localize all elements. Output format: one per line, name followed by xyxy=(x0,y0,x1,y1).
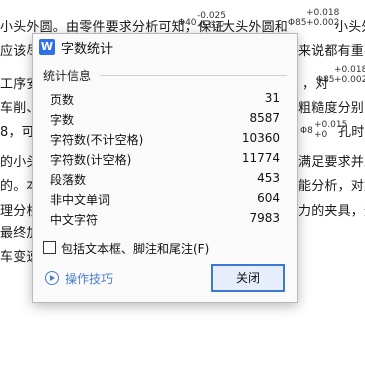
formula-phi85-a-lower: +0.002 xyxy=(306,18,340,28)
stat-label: 字数 xyxy=(50,113,75,127)
stat-label: 页数 xyxy=(50,93,75,107)
formula-hole-upper: +0.015 xyxy=(314,120,348,130)
formula-hole-lower: +0 xyxy=(314,130,328,140)
stat-label: 字符数(计空格) xyxy=(50,153,132,167)
formula-phi85-b: Φ85 xyxy=(316,75,335,85)
wps-writer-icon: W xyxy=(39,39,55,55)
doc-fragment-7: 满足要求并且 xyxy=(298,155,365,170)
close-button[interactable]: 关闭 xyxy=(211,264,285,292)
formula-phi8: Φ8 xyxy=(300,126,313,136)
stat-row-non-chinese-words: 非中文单词 604 xyxy=(50,189,280,209)
formula-phi85-b-upper: +0.018 xyxy=(334,65,365,75)
formula-phi40-upper: -0.025 xyxy=(197,11,227,21)
stat-value: 10360 xyxy=(241,131,280,145)
stat-value: 8587 xyxy=(249,111,280,125)
stat-value: 453 xyxy=(257,171,280,185)
stats-group-label: 统计信息 xyxy=(43,69,92,83)
stats-list: 页数 31 字数 8587 字符数(不计空格) 10360 字符数(计空格) 1… xyxy=(50,89,280,229)
group-divider xyxy=(100,75,287,76)
stat-label: 中文字符 xyxy=(50,213,99,227)
doc-fragment-8: 能分析，对加 xyxy=(298,179,365,194)
stat-row-chinese-chars: 中文字符 7983 xyxy=(50,209,280,229)
formula-phi85-a: Φ85 xyxy=(288,18,307,28)
stat-label: 段落数 xyxy=(50,173,87,187)
include-textboxes-label[interactable]: 包括文本框、脚注和尾注(F) xyxy=(61,240,209,257)
stat-row-chars-with-spaces: 字符数(计空格) 11774 xyxy=(50,149,280,169)
formula-phi85-a-upper: +0.018 xyxy=(306,8,340,18)
stat-row-chars-no-spaces: 字符数(不计空格) 10360 xyxy=(50,129,280,149)
stat-value: 11774 xyxy=(241,151,280,165)
dialog-titlebar[interactable]: W 字数统计 xyxy=(33,34,297,60)
stat-row-paragraphs: 段落数 453 xyxy=(50,169,280,189)
formula-phi40: Φ40 xyxy=(178,18,197,28)
doc-fragment-9: 力的夹具，通 xyxy=(298,204,365,219)
stat-label: 字符数(不计空格) xyxy=(50,133,144,147)
formula-phi40-lower: -0.03 xyxy=(197,21,221,31)
stat-label: 非中文单词 xyxy=(50,193,111,207)
word-count-dialog: W 字数统计 统计信息 页数 31 字数 8587 字符数(不计空格) 1036… xyxy=(32,33,298,303)
doc-fragment-2: 小头外 xyxy=(335,20,365,35)
stat-row-pages: 页数 31 xyxy=(50,89,280,109)
doc-fragment-3: 来说都有重要 xyxy=(298,44,365,59)
tips-label[interactable]: 操作技巧 xyxy=(65,270,113,287)
stat-value: 31 xyxy=(264,91,280,105)
play-circle-icon[interactable] xyxy=(45,271,59,285)
formula-phi85-b-lower: +0.002 xyxy=(334,75,365,85)
doc-fragment-5: 粗糙度分别为 xyxy=(298,101,365,116)
include-textboxes-checkbox[interactable] xyxy=(43,241,56,254)
stat-value: 7983 xyxy=(249,211,280,225)
stat-row-words: 字数 8587 xyxy=(50,109,280,129)
stat-value: 604 xyxy=(257,191,280,205)
dialog-title: 字数统计 xyxy=(61,42,114,57)
